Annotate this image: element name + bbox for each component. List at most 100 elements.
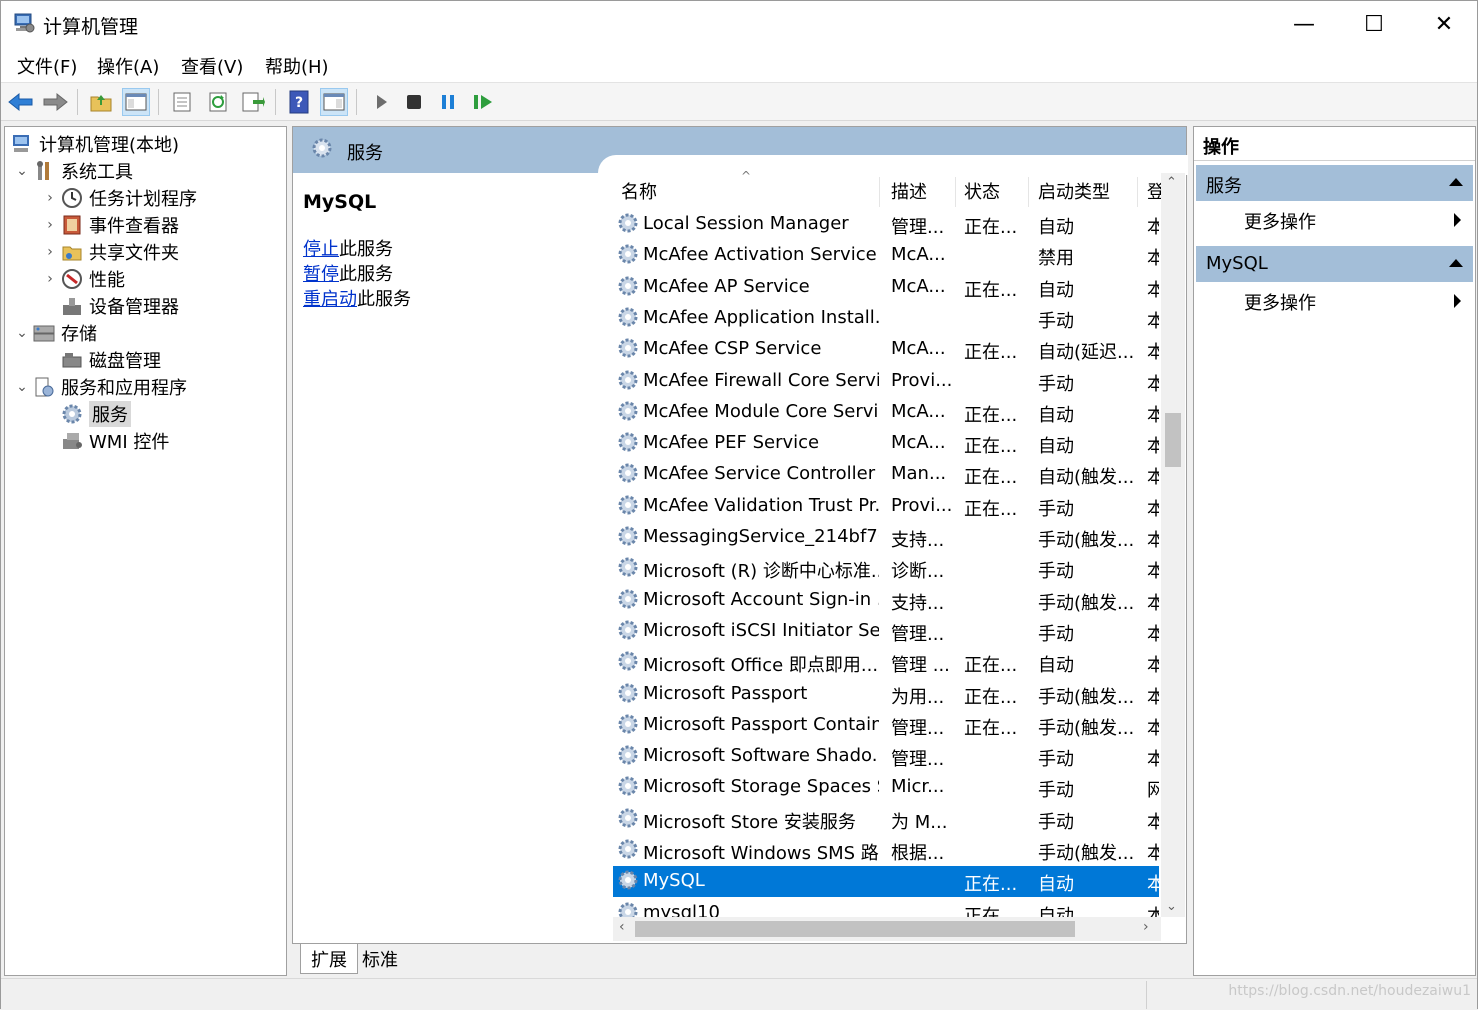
resume-icon	[474, 95, 492, 109]
service-row[interactable]: McAfee CSP Service McA... 正在... 自动(延迟... 本	[613, 334, 1159, 365]
services-more-actions[interactable]: 更多操作	[1196, 201, 1473, 237]
service-row[interactable]: Microsoft iSCSI Initiator Ser... 管理... 手动 本	[613, 616, 1159, 647]
service-row[interactable]: Microsoft Passport 为用... 正在... 手动(触发... 本	[613, 679, 1159, 710]
forward-button[interactable]	[41, 88, 69, 116]
collapse-icon[interactable]	[1449, 178, 1463, 186]
column-header-name[interactable]: 名称 ^	[621, 169, 883, 209]
service-row[interactable]: Local Session Manager 管理... 正在... 自动 本	[613, 209, 1159, 240]
service-row[interactable]: McAfee Activation Service McA... 禁用 本	[613, 240, 1159, 271]
column-header-startup-type[interactable]: 启动类型	[1038, 173, 1133, 209]
service-row[interactable]: McAfee Module Core Servi... McA... 正在... 自动…	[613, 397, 1159, 428]
actions-group-services[interactable]: 服务	[1196, 165, 1473, 201]
gear-icon	[617, 744, 639, 771]
menu-view[interactable]: 查看(V)	[181, 53, 243, 79]
tree-item-task-scheduler[interactable]: › 任务计划程序	[41, 184, 197, 211]
maximize-icon: ☐	[1364, 11, 1384, 37]
service-row[interactable]: Microsoft Software Shado... 管理... 手动 本	[613, 741, 1159, 772]
tab-standard[interactable]: 标准	[352, 944, 408, 974]
start-service-button[interactable]	[367, 88, 395, 116]
back-button[interactable]	[7, 88, 35, 116]
chevron-right-icon[interactable]: ›	[41, 190, 59, 206]
cell-desc: McA...	[891, 338, 946, 360]
collapse-icon[interactable]	[1449, 259, 1463, 267]
computer-management-window: 计算机管理 — ☐ ✕ 文件(F) 操作(A) 查看(V) 帮助(H) ? 计算…	[0, 0, 1478, 1010]
pause-service-link[interactable]: 暂停	[303, 264, 339, 285]
service-row[interactable]: McAfee PEF Service McA... 正在... 自动 本	[613, 428, 1159, 459]
pause-service-button[interactable]	[434, 88, 462, 116]
help-button[interactable]: ?	[285, 88, 313, 116]
vertical-scroll-thumb[interactable]	[1165, 413, 1181, 467]
service-row[interactable]: Microsoft Storage Spaces S... Micr... 手动 网	[613, 772, 1159, 803]
menu-action[interactable]: 操作(A)	[97, 53, 159, 79]
tree-item-services-and-applications[interactable]: ⌄ 服务和应用程序	[13, 373, 187, 400]
minimize-button[interactable]: —	[1269, 1, 1339, 47]
column-header-description[interactable]: 描述	[891, 173, 951, 209]
service-row[interactable]: MySQL 正在... 自动 本	[613, 866, 1159, 898]
service-row[interactable]: McAfee Firewall Core Servi... Provi... 手动 本	[613, 366, 1159, 397]
tree-item-shared-folders[interactable]: › 共享文件夹	[41, 238, 179, 265]
service-row[interactable]: McAfee Application Install... 手动 本	[613, 303, 1159, 334]
menu-file[interactable]: 文件(F)	[17, 53, 77, 79]
horizontal-scroll-thumb[interactable]	[635, 921, 1075, 937]
actions-group-mysql[interactable]: MySQL	[1196, 246, 1473, 282]
title-bar: 计算机管理 — ☐ ✕	[1, 1, 1477, 47]
service-row[interactable]: Microsoft Store 安装服务 为 M... 手动 本	[613, 804, 1159, 835]
cell-name: McAfee Module Core Servi...	[643, 400, 879, 422]
up-folder-button[interactable]	[87, 88, 115, 116]
chevron-down-icon[interactable]: ⌄	[13, 379, 31, 395]
tree-item-computer-management[interactable]: 计算机管理(本地)	[9, 130, 179, 157]
stop-service-link[interactable]: 停止	[303, 239, 339, 260]
scroll-left-icon[interactable]: ‹	[619, 919, 625, 935]
restart-service-link[interactable]: 重启动	[303, 289, 357, 310]
close-button[interactable]: ✕	[1409, 1, 1478, 47]
service-row[interactable]: Microsoft Account Sign-in ... 支持... 手动(触发.…	[613, 585, 1159, 616]
console-tree-icon	[125, 93, 147, 111]
maximize-button[interactable]: ☐	[1339, 1, 1409, 47]
chevron-right-icon[interactable]: ›	[41, 271, 59, 287]
tree-item-services[interactable]: 服务	[59, 400, 131, 427]
scroll-down-icon[interactable]: ⌄	[1166, 899, 1177, 914]
vertical-scrollbar[interactable]: ⌃ ⌄	[1161, 173, 1185, 917]
show-hide-console-tree-button[interactable]	[122, 88, 150, 116]
export-list-button[interactable]	[239, 88, 267, 116]
cell-logon: 本	[1147, 561, 1159, 583]
chevron-right-icon[interactable]: ›	[41, 217, 59, 233]
tab-extended[interactable]: 扩展	[300, 944, 358, 974]
tree-item-device-manager[interactable]: 设备管理器	[59, 292, 179, 319]
menu-help[interactable]: 帮助(H)	[265, 53, 329, 79]
scroll-up-icon[interactable]: ⌃	[1166, 175, 1177, 190]
service-row[interactable]: Microsoft (R) 诊断中心标准... 诊断... 手动 本	[613, 553, 1159, 584]
service-row[interactable]: Microsoft Windows SMS 路... 根据... 手动(触发... 本	[613, 835, 1159, 866]
show-hide-action-pane-button[interactable]	[320, 88, 348, 116]
chevron-right-icon[interactable]: ›	[41, 244, 59, 260]
stop-service-button[interactable]	[400, 88, 428, 116]
service-row[interactable]: Microsoft Passport Container 管理... 正在... 手动…	[613, 710, 1159, 741]
tree-item-event-viewer[interactable]: › 事件查看器	[41, 211, 179, 238]
service-row[interactable]: MessagingService_214bf702 支持... 手动(触发... 本	[613, 522, 1159, 553]
mysql-more-actions[interactable]: 更多操作	[1196, 282, 1473, 318]
column-header-logon[interactable]: 登	[1147, 173, 1161, 209]
tree-item-system-tools[interactable]: ⌄ 系统工具	[13, 157, 133, 184]
service-row[interactable]: mysql10 正在... 自动 本	[613, 898, 1159, 917]
resume-service-button[interactable]	[469, 88, 497, 116]
service-row[interactable]: Microsoft Office 即点即用... 管理 ... 正在... 自动 本	[613, 647, 1159, 678]
refresh-button[interactable]	[204, 88, 232, 116]
column-header-status[interactable]: 状态	[964, 173, 1024, 209]
tree-item-storage[interactable]: ⌄ 存储	[13, 319, 97, 346]
service-row[interactable]: McAfee Service Controller Man... 正在... 自动(触…	[613, 459, 1159, 490]
services-list: 名称 ^ 描述 状态 启动类型 登 Local Session Manager 管…	[613, 169, 1185, 943]
tree-item-disk-management[interactable]: 磁盘管理	[59, 346, 161, 373]
service-row[interactable]: McAfee Validation Trust Pr... Provi... 正在.…	[613, 491, 1159, 522]
chevron-down-icon[interactable]: ⌄	[13, 163, 31, 179]
service-row[interactable]: McAfee AP Service McA... 正在... 自动 本	[613, 272, 1159, 303]
tree-item-wmi-control[interactable]: WMI 控件	[59, 427, 169, 454]
gear-icon	[617, 369, 639, 396]
horizontal-scrollbar[interactable]: ‹ ›	[613, 917, 1161, 941]
scroll-right-icon[interactable]: ›	[1143, 919, 1149, 935]
properties-button[interactable]	[168, 88, 196, 116]
cell-startup: 手动(触发...	[1038, 592, 1135, 614]
tree-item-performance[interactable]: › 性能	[41, 265, 125, 292]
chevron-down-icon[interactable]: ⌄	[13, 325, 31, 341]
cell-status: 正在...	[964, 874, 1018, 896]
cell-status: 正在...	[964, 467, 1018, 489]
